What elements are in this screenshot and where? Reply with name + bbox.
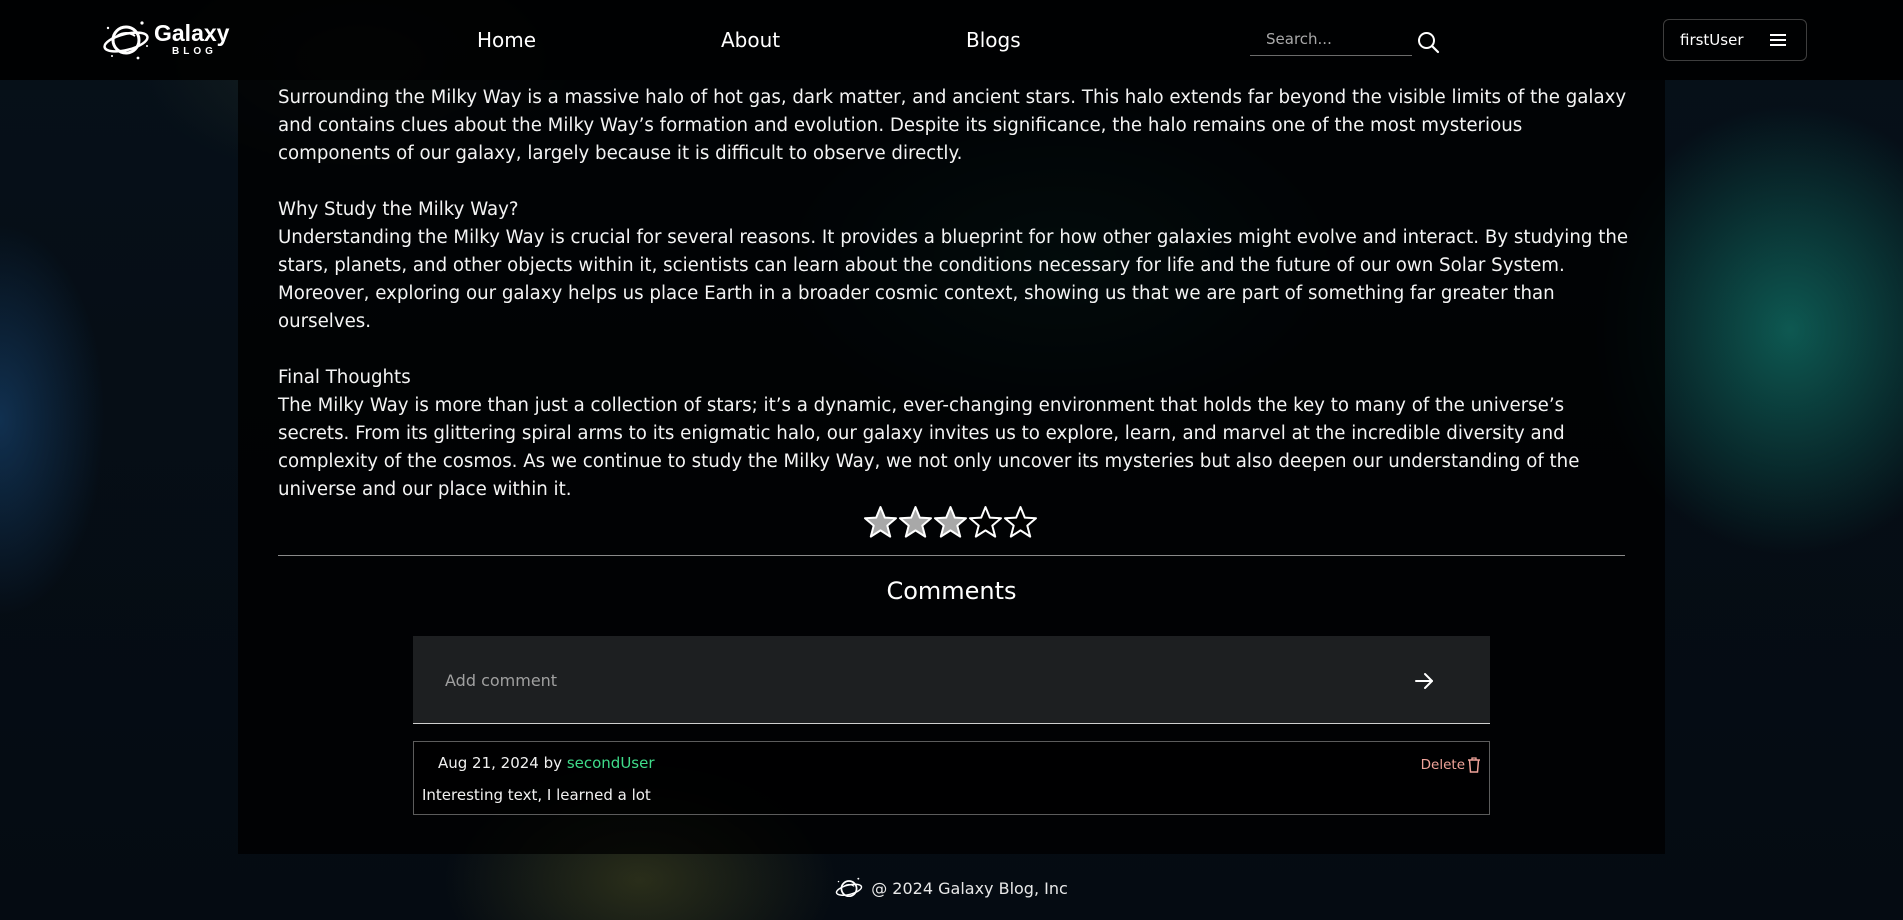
- section-heading-final-thoughts: Final Thoughts: [278, 367, 411, 388]
- rating-star-icon[interactable]: [898, 504, 933, 540]
- arrow-right-icon[interactable]: [1413, 670, 1435, 692]
- delete-label: Delete: [1420, 757, 1465, 773]
- user-menu-button[interactable]: firstUser: [1663, 19, 1807, 61]
- add-comment-input[interactable]: [413, 636, 1393, 724]
- comments-heading: Comments: [886, 577, 1017, 605]
- logo-title: Galaxy: [154, 19, 230, 46]
- comment-date: Aug 21, 2024: [438, 754, 539, 772]
- article-paragraph: Why Study the Milky Way? Understanding t…: [278, 196, 1638, 336]
- article-paragraph-text: The Milky Way is more than just a collec…: [278, 395, 1580, 500]
- planet-logo-icon: [835, 877, 863, 898]
- comment-by-label: by: [543, 754, 563, 772]
- comment-item: Aug 21, 2024 by secondUser Interesting t…: [413, 741, 1490, 815]
- top-navbar: Galaxy BLOG Home About Blogs firstUser: [0, 0, 1903, 80]
- search-bar: [1250, 22, 1440, 58]
- rating-star-icon[interactable]: [1003, 504, 1038, 540]
- nav-home-link[interactable]: Home: [477, 28, 536, 52]
- section-heading-why-study: Why Study the Milky Way?: [278, 199, 519, 220]
- search-icon[interactable]: [1416, 30, 1440, 54]
- rating-star-icon[interactable]: [863, 504, 898, 540]
- galaxy-blog-logo[interactable]: Galaxy BLOG: [102, 16, 229, 62]
- trash-icon: [1468, 757, 1480, 773]
- nav-blogs-link[interactable]: Blogs: [966, 28, 1021, 52]
- username-label: firstUser: [1680, 31, 1744, 49]
- article-body: Surrounding the Milky Way is a massive h…: [278, 84, 1638, 532]
- delete-comment-button[interactable]: Delete: [1421, 757, 1481, 773]
- star-rating: [863, 504, 1043, 544]
- planet-logo-icon: [103, 21, 149, 60]
- blog-post-panel: Surrounding the Milky Way is a massive h…: [238, 80, 1665, 854]
- comment-author-link[interactable]: secondUser: [567, 754, 655, 772]
- logo-subtitle: BLOG: [172, 45, 217, 57]
- hamburger-menu-icon: [1770, 34, 1786, 46]
- section-divider: [278, 555, 1625, 556]
- search-input[interactable]: [1250, 22, 1412, 56]
- nav-about-link[interactable]: About: [721, 28, 780, 52]
- article-paragraph-text: Surrounding the Milky Way is a massive h…: [278, 87, 1627, 164]
- rating-star-icon[interactable]: [968, 504, 1003, 540]
- rating-star-icon[interactable]: [933, 504, 968, 540]
- article-paragraph: Final Thoughts The Milky Way is more tha…: [278, 364, 1638, 504]
- article-paragraph-text: Understanding the Milky Way is crucial f…: [278, 227, 1629, 332]
- comment-meta: Aug 21, 2024 by secondUser: [438, 754, 655, 772]
- article-paragraph: Surrounding the Milky Way is a massive h…: [278, 84, 1638, 168]
- add-comment-form: [413, 636, 1490, 724]
- comment-text: Interesting text, I learned a lot: [422, 786, 651, 804]
- footer-copyright: @ 2024 Galaxy Blog, Inc: [871, 878, 1068, 898]
- site-footer: @ 2024 Galaxy Blog, Inc: [0, 868, 1903, 908]
